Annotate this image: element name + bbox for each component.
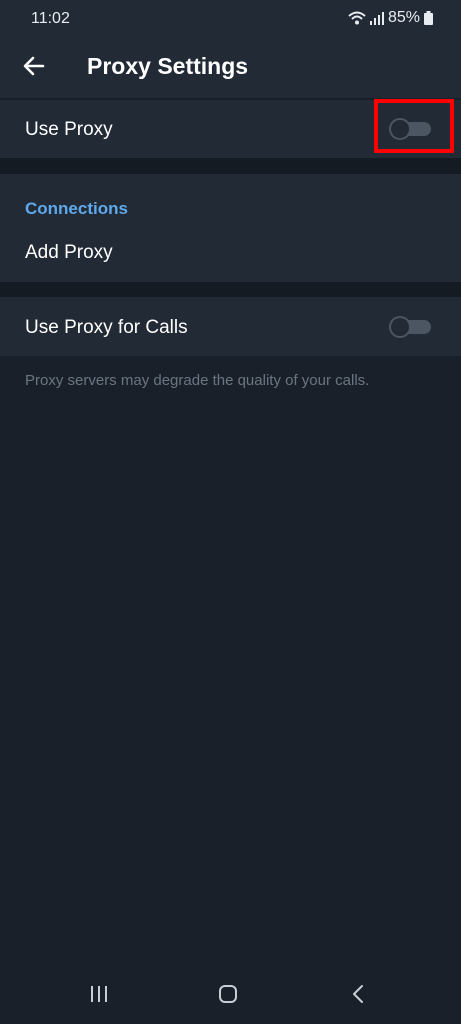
nav-back-button[interactable] bbox=[338, 980, 378, 1012]
section-divider bbox=[0, 158, 461, 174]
status-time: 11:02 bbox=[31, 10, 70, 27]
proxy-settings-screen: 11:02 85% Proxy Settings Use Proxy Conne… bbox=[0, 0, 461, 1024]
system-nav-bar bbox=[0, 968, 461, 1024]
toggle-knob bbox=[389, 316, 411, 338]
page-title: Proxy Settings bbox=[87, 53, 249, 79]
connections-section-title: Connections bbox=[25, 199, 128, 218]
home-icon bbox=[218, 984, 238, 1009]
home-button[interactable] bbox=[208, 980, 248, 1012]
use-proxy-label: Use Proxy bbox=[25, 119, 113, 140]
add-proxy-label: Add Proxy bbox=[25, 242, 113, 263]
calls-proxy-note: Proxy servers may degrade the quality of… bbox=[25, 372, 370, 389]
back-button[interactable] bbox=[14, 48, 54, 88]
highlight-box bbox=[374, 99, 454, 153]
recent-apps-button[interactable] bbox=[79, 980, 119, 1012]
signal-icon bbox=[369, 11, 384, 25]
app-header: Proxy Settings bbox=[0, 38, 461, 98]
battery-icon bbox=[424, 11, 433, 25]
use-proxy-for-calls-label: Use Proxy for Calls bbox=[25, 317, 188, 338]
status-bar: 11:02 85% bbox=[0, 0, 461, 38]
recent-apps-icon bbox=[89, 985, 109, 1008]
section-divider bbox=[0, 282, 461, 297]
use-proxy-for-calls-toggle[interactable] bbox=[389, 316, 431, 338]
status-icons: 85% bbox=[348, 9, 433, 27]
battery-percent: 85% bbox=[387, 9, 420, 26]
back-icon bbox=[351, 984, 365, 1009]
arrow-left-icon bbox=[23, 56, 45, 81]
use-proxy-for-calls-row[interactable]: Use Proxy for Calls bbox=[0, 297, 461, 356]
add-proxy-button[interactable]: Add Proxy bbox=[0, 230, 461, 276]
wifi-icon bbox=[348, 10, 366, 26]
connections-section: Connections Add Proxy bbox=[0, 174, 461, 282]
